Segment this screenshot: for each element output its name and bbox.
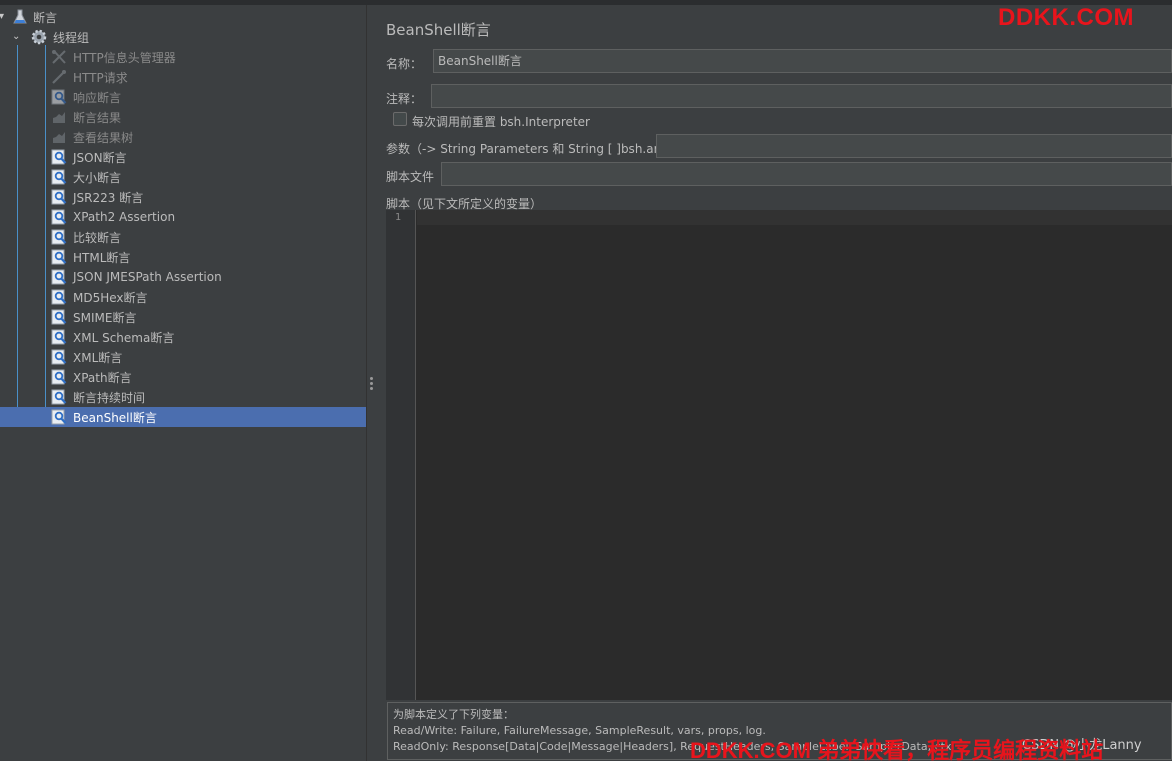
page-title: BeanShell断言	[386, 21, 491, 39]
chart-icon	[51, 129, 67, 145]
assertion-icon	[51, 289, 67, 305]
test-plan-tree[interactable]: ▾ 断言 ⌄ 线程组 HTTP信息头管理器 HTTP请求 响应断言断言结果查看结果树…	[0, 5, 366, 761]
tree-node-item[interactable]: JSON断言	[0, 147, 366, 167]
tree-node-label: XPath2 Assertion	[73, 210, 176, 224]
ddkk-watermark-top: DDKK.COM	[998, 4, 1134, 31]
tree-node-item[interactable]: 断言结果	[0, 107, 366, 127]
tree-node-label: 比较断言	[73, 230, 122, 245]
pipette-icon	[51, 69, 67, 85]
assertion-icon	[51, 189, 67, 205]
splitter-grip	[370, 377, 373, 380]
assertion-icon	[51, 309, 67, 325]
tree-node-label: JSR223 断言	[73, 190, 144, 205]
tree-node-label: JSON JMESPath Assertion	[73, 270, 222, 284]
tree-node-item[interactable]: 比较断言	[0, 227, 366, 247]
panel-splitter[interactable]	[366, 5, 376, 761]
tree-node-label: 断言	[33, 10, 58, 25]
tree-node-item[interactable]: 响应断言	[0, 87, 366, 107]
tree-node-item[interactable]: SMIME断言	[0, 307, 366, 327]
tree-node-item[interactable]: XPath2 Assertion	[0, 207, 366, 227]
tree-node-label: 大小断言	[73, 170, 122, 185]
splitter-grip	[370, 387, 373, 390]
tree-node-label: JSON断言	[73, 150, 127, 165]
tree-node-label: 查看结果树	[73, 130, 134, 145]
tree-node-item[interactable]: HTTP请求	[0, 67, 366, 87]
tree-node-label: XML断言	[73, 350, 123, 365]
name-label: 名称：	[386, 57, 423, 71]
script-file-label: 脚本文件	[386, 170, 435, 184]
tree-node-label: XML Schema断言	[73, 330, 175, 345]
assertion-icon	[51, 369, 67, 385]
assertion-icon	[51, 269, 67, 285]
script-editor[interactable]: 1	[386, 210, 1172, 700]
assertion-icon	[51, 409, 67, 425]
assertion-icon	[51, 209, 67, 225]
parameters-field[interactable]	[656, 134, 1172, 158]
tree-node-label: 断言持续时间	[73, 390, 146, 405]
tree-node-item[interactable]: 大小断言	[0, 167, 366, 187]
line-number: 1	[394, 212, 401, 223]
chevron-down-icon[interactable]: ⌄	[12, 32, 22, 42]
tree-node-item[interactable]: HTTP信息头管理器	[0, 47, 366, 67]
tree-node-label: 响应断言	[73, 90, 122, 105]
expand-arrow-icon[interactable]: ▾	[0, 12, 9, 22]
flask-icon	[12, 9, 28, 25]
tree-node-item[interactable]: MD5Hex断言	[0, 287, 366, 307]
line-number-gutter: 1	[386, 210, 416, 700]
comment-label: 注释：	[386, 92, 423, 106]
reset-interpreter-label: 每次调用前重置 bsh.Interpreter	[412, 115, 590, 129]
assertion-icon	[51, 229, 67, 245]
assertion-config-panel: BeanShell断言 名称： BeanShell断言 注释： 每次调用前重置 …	[376, 5, 1172, 761]
tree-node-root[interactable]: ▾ 断言	[0, 7, 366, 27]
assertion-icon	[51, 389, 67, 405]
tree-node-label: HTML断言	[73, 250, 131, 265]
tree-node-item[interactable]: 断言持续时间	[0, 387, 366, 407]
tree-node-item[interactable]: BeanShell断言	[0, 407, 366, 427]
assertion-icon	[51, 169, 67, 185]
tree-node-item[interactable]: JSON JMESPath Assertion	[0, 267, 366, 287]
chart-icon	[51, 109, 67, 125]
tree-node-label: BeanShell断言	[73, 410, 157, 425]
tree-node-item[interactable]: HTML断言	[0, 247, 366, 267]
tree-node-label: XPath断言	[73, 370, 132, 385]
script-file-field[interactable]	[441, 162, 1172, 186]
reset-interpreter-checkbox[interactable]	[393, 112, 407, 126]
assertion-icon	[51, 249, 67, 265]
tree-node-label: MD5Hex断言	[73, 290, 148, 305]
ddkk-watermark-bottom: DDKK.COM 弟弟快看，程序员编程资料站	[690, 738, 1104, 761]
info-line: 为脚本定义了下列变量：	[393, 708, 514, 721]
assertion-icon	[51, 349, 67, 365]
assertion-icon	[51, 149, 67, 165]
splitter-grip	[370, 382, 373, 385]
current-line-highlight	[417, 210, 1172, 225]
parameters-label: 参数（-> String Parameters 和 String [ ]bsh.…	[386, 142, 685, 156]
tree-node-thread-group[interactable]: ⌄ 线程组	[0, 27, 366, 47]
tree-node-label: SMIME断言	[73, 310, 137, 325]
tree-node-item[interactable]: XML Schema断言	[0, 327, 366, 347]
assertion-icon	[51, 89, 67, 105]
assertion-icon	[51, 329, 67, 345]
tree-node-item[interactable]: 查看结果树	[0, 127, 366, 147]
tree-node-item[interactable]: XPath断言	[0, 367, 366, 387]
tree-node-label: HTTP请求	[73, 70, 128, 85]
gear-icon	[31, 29, 47, 45]
tree-node-label: 线程组	[53, 30, 90, 45]
tree-node-label: 断言结果	[73, 110, 122, 125]
tree-node-item[interactable]: XML断言	[0, 347, 366, 367]
tree-node-item[interactable]: JSR223 断言	[0, 187, 366, 207]
wrench-icon	[51, 49, 67, 65]
comment-field[interactable]	[431, 84, 1172, 108]
name-field[interactable]: BeanShell断言	[433, 49, 1172, 73]
tree-node-label: HTTP信息头管理器	[73, 50, 176, 65]
